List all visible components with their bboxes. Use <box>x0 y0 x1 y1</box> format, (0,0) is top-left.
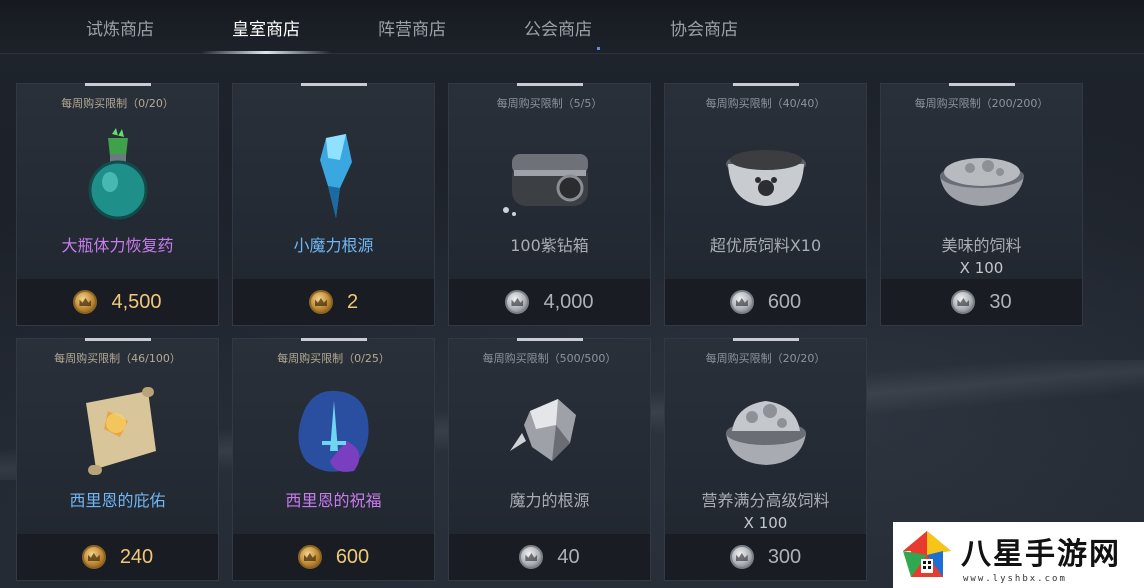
price-bar: 300 <box>665 534 866 580</box>
gold-crown-coin-icon <box>81 545 106 569</box>
tab-association-shop[interactable]: 协会商店 <box>631 0 777 54</box>
purchase-limit-label: 每周购买限制（0/25） <box>277 352 390 365</box>
item-name: 魔力的根源 <box>509 491 590 510</box>
tab-guild-shop[interactable]: 公会商店 <box>485 0 631 54</box>
watermark-title: 八星手游网 <box>961 537 1121 572</box>
card-top-accent <box>517 338 583 341</box>
tab-faction-shop[interactable]: 阵营商店 <box>339 0 485 54</box>
card-top-accent <box>517 83 583 86</box>
price-bar: 40 <box>449 534 650 580</box>
shop-item-card[interactable]: 每周购买限制（5/5） 100紫钻箱 4,000 <box>448 83 651 326</box>
silver-crown-coin-icon <box>505 290 530 314</box>
price-bar: 4,000 <box>449 279 650 325</box>
pet-bowl-icon <box>726 150 806 206</box>
mana-crystal-icon <box>510 399 576 461</box>
chest-icon <box>503 154 588 216</box>
watermark-url: www.lyshbx.com <box>963 574 1067 584</box>
purchase-limit-label: 每周购买限制（20/20） <box>705 352 826 365</box>
gold-crown-coin-icon <box>308 290 333 314</box>
purchase-limit-label: 每周购买限制（46/100） <box>54 352 181 365</box>
shop-item-card[interactable]: 每周购买限制（200/200） 美味的饲料 X 100 30 <box>880 83 1083 326</box>
price-bar: 4,500 <box>17 279 218 325</box>
rune-stone-icon <box>298 390 369 472</box>
item-name: 大瓶体力恢复药 <box>61 236 174 255</box>
price-bar: 600 <box>233 534 434 580</box>
shop-item-card[interactable]: 每周购买限制（0/25） 西里恩的祝福 600 <box>232 338 435 581</box>
item-quantity: X 100 <box>743 514 788 532</box>
card-top-accent <box>301 338 367 341</box>
item-price: 4,000 <box>543 290 594 313</box>
item-price: 2 <box>346 290 359 313</box>
tab-trial-shop[interactable]: 试炼商店 <box>47 0 193 54</box>
item-price: 4,500 <box>111 290 162 313</box>
card-top-accent <box>301 83 367 86</box>
scroll-icon <box>86 387 156 475</box>
item-price: 300 <box>767 545 802 568</box>
gold-crown-coin-icon <box>73 290 98 314</box>
item-name: 西里恩的祝福 <box>285 491 382 510</box>
card-top-accent <box>733 83 799 86</box>
shop-item-card[interactable]: 小魔力根源 2 <box>232 83 435 326</box>
tab-indicator-dot <box>597 47 600 50</box>
purchase-limit-label: 每周购买限制（200/200） <box>914 97 1049 110</box>
item-name: 西里恩的庇佑 <box>69 491 166 510</box>
card-top-accent <box>733 338 799 341</box>
silver-crown-coin-icon <box>729 545 754 569</box>
tab-royal-shop[interactable]: 皇室商店 <box>193 0 339 54</box>
food-bowl-icon <box>940 158 1024 206</box>
card-top-accent <box>85 338 151 341</box>
item-price: 600 <box>335 545 370 568</box>
purchase-limit-label: 每周购买限制（5/5） <box>496 97 603 110</box>
item-name: 小魔力根源 <box>293 236 374 255</box>
gold-crown-coin-icon <box>297 545 322 569</box>
shop-item-card[interactable]: 每周购买限制（20/20） 营养满分高级饲料 X 100 300 <box>664 338 867 581</box>
shop-item-card[interactable]: 每周购买限制（0/20） 大瓶体力恢复药 4,500 <box>16 83 219 326</box>
colorful-house-logo-icon <box>903 531 951 577</box>
price-bar: 2 <box>233 279 434 325</box>
purchase-limit-label: 每周购买限制（500/500） <box>482 352 617 365</box>
item-price: 240 <box>119 545 154 568</box>
item-price: 600 <box>767 290 802 313</box>
crystal-icon <box>320 134 352 218</box>
item-name: 超优质饲料X10 <box>709 236 822 255</box>
price-bar: 30 <box>881 279 1082 325</box>
silver-crown-coin-icon <box>519 545 544 569</box>
item-quantity: X 100 <box>959 259 1004 277</box>
purchase-limit-label: 每周购买限制（40/40） <box>705 97 826 110</box>
premium-food-bowl-icon <box>726 401 806 465</box>
shop-item-card[interactable]: 每周购买限制（46/100） 西里恩的庇佑 240 <box>16 338 219 581</box>
item-price: 40 <box>557 545 580 568</box>
potion-icon <box>88 128 148 220</box>
shop-item-card[interactable]: 每周购买限制（40/40） 超优质饲料X10 600 <box>664 83 867 326</box>
card-top-accent <box>85 83 151 86</box>
price-bar: 240 <box>17 534 218 580</box>
silver-crown-coin-icon <box>729 290 754 314</box>
shop-tab-bar: 试炼商店 皇室商店 阵营商店 公会商店 协会商店 <box>0 0 1144 54</box>
silver-crown-coin-icon <box>951 290 976 314</box>
item-name: 100紫钻箱 <box>510 236 589 255</box>
price-bar: 600 <box>665 279 866 325</box>
card-top-accent <box>949 83 1015 86</box>
shop-item-card[interactable]: 每周购买限制（500/500） 魔力的根源 40 <box>448 338 651 581</box>
item-name: 美味的饲料 <box>941 236 1022 255</box>
item-name: 营养满分高级饲料 <box>701 491 830 510</box>
purchase-limit-label: 每周购买限制（0/20） <box>61 97 174 110</box>
item-price: 30 <box>989 290 1012 313</box>
site-watermark-logo: 八星手游网 www.lyshbx.com <box>893 522 1144 588</box>
